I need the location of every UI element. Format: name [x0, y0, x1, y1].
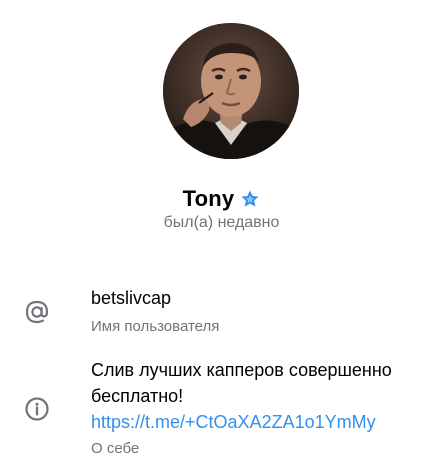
profile-panel: Tony был(а) недавно betslivcap Имя польз… — [0, 0, 443, 464]
about-link[interactable]: https://t.me/+CtOaXA2ZA1o1YmMy — [91, 412, 376, 432]
profile-name: Tony — [182, 186, 235, 211]
username-caption: Имя пользователя — [91, 318, 220, 335]
about-block: Слив лучших капперов совершенно бесплатн… — [91, 357, 436, 435]
at-sign-icon — [24, 299, 50, 325]
last-seen-status: был(а) недавно — [163, 214, 280, 231]
name-row: Tony — [0, 183, 443, 215]
avatar[interactable] — [163, 23, 299, 159]
star-badge-icon[interactable] — [240, 189, 260, 209]
avatar-photo — [163, 23, 299, 159]
about-text: Слив лучших капперов совершенно бесплатн… — [91, 360, 392, 406]
info-circle-icon — [24, 396, 50, 422]
about-caption: О себе — [91, 440, 140, 457]
username-value[interactable]: betslivcap — [91, 288, 171, 309]
